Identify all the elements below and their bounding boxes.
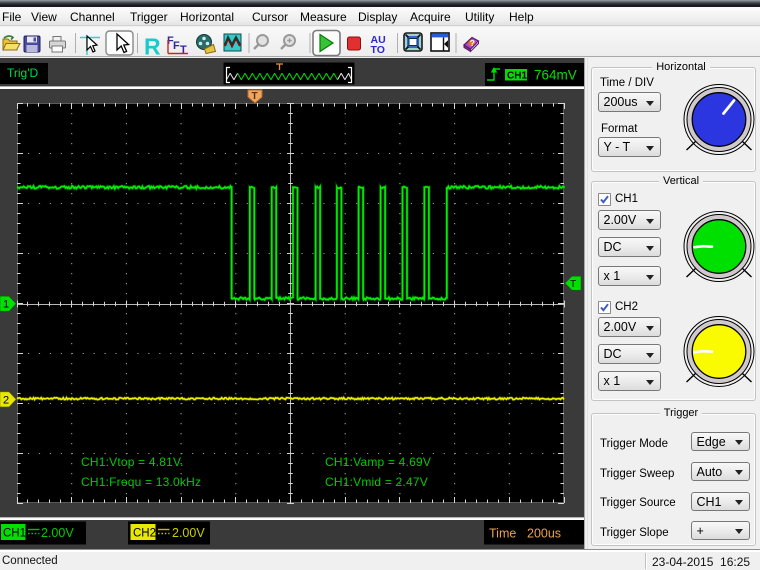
svg-text:T: T [252,91,258,102]
svg-text:T: T [570,279,576,290]
svg-text:CH1: CH1 [3,528,26,540]
svg-text:1: 1 [3,299,9,311]
svg-text:2.00V: 2.00V [41,526,74,540]
svg-text:200us: 200us [527,527,561,541]
svg-text:2: 2 [3,394,9,406]
svg-text:CH1:Frequ = 13.0kHz: CH1:Frequ = 13.0kHz [81,475,201,489]
svg-text:CH1:Vtop = 4.81V.: CH1:Vtop = 4.81V. [81,455,184,469]
svg-text:CH2: CH2 [133,528,156,540]
svg-text:?: ? [470,38,475,48]
svg-text:Time: Time [489,527,516,541]
svg-text:2.00V: 2.00V [172,526,205,540]
svg-text:CH1:Vamp = 4.69V: CH1:Vamp = 4.69V [325,455,431,469]
svg-text:CH1: CH1 [507,71,527,82]
svg-text:764mV: 764mV [534,68,577,83]
svg-text:R: R [144,34,161,58]
svg-text:TO: TO [371,44,385,56]
svg-text:CH1:Vmid = 2.47V: CH1:Vmid = 2.47V [325,475,428,489]
svg-text:F: F [173,40,180,52]
